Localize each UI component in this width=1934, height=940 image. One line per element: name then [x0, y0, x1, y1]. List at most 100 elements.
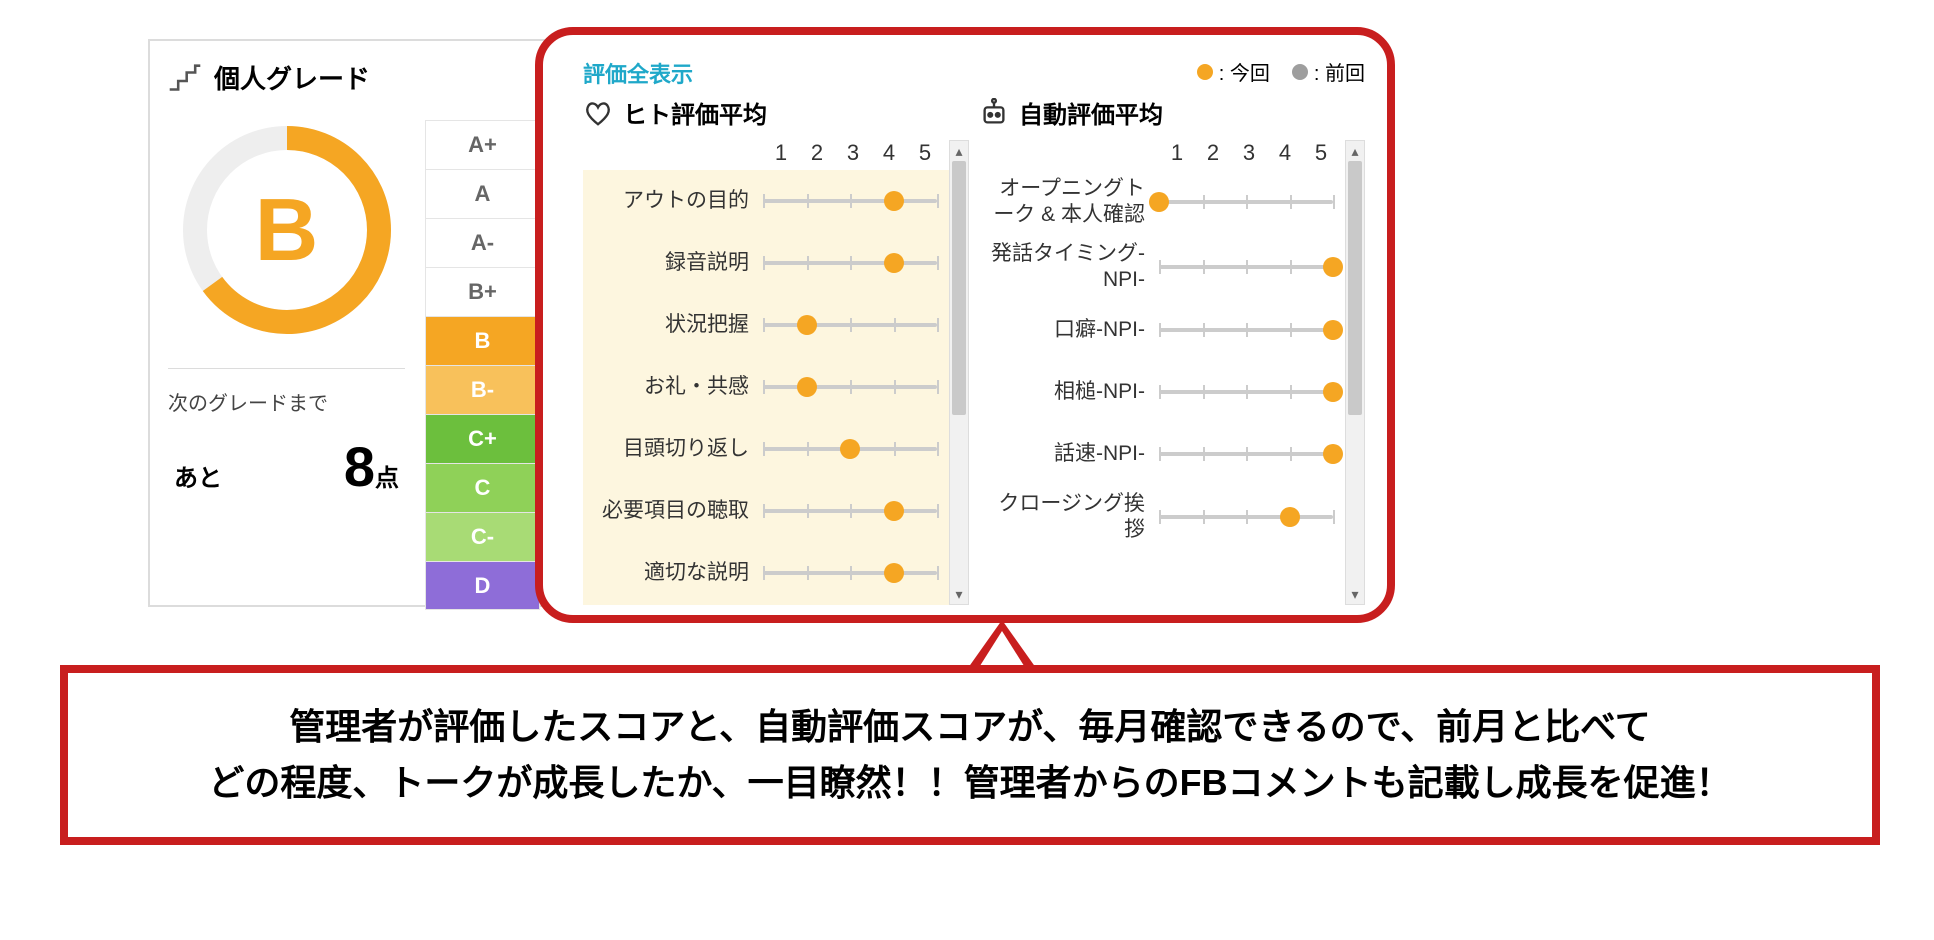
grade-next-points-num: 8	[344, 435, 375, 498]
auto-eval-inner: 12345 オープニングトーク & 本人確認発話タイミング-NPI- 口癖-NPI…	[979, 140, 1345, 605]
legend-now-label: : 今回	[1219, 57, 1270, 86]
auto-eval-header: 自動評価平均	[979, 95, 1365, 130]
grade-ladder-row: A-	[425, 218, 540, 267]
dot-icon	[1197, 64, 1213, 80]
grade-card-header: 個人グレード	[168, 59, 540, 96]
grade-ladder-row: C+	[425, 414, 540, 463]
metric-label: オープニングトーク & 本人確認	[979, 176, 1159, 229]
metric-label: 口癖-NPI-	[979, 317, 1159, 343]
human-eval-title: ヒト評価平均	[623, 95, 767, 130]
human-eval-scroll: 12345 アウトの目的録音説明状況把握お礼・共感目頭切り返し必要項目の聴取適切…	[583, 140, 969, 605]
metric-track	[1159, 265, 1333, 269]
metric-label: 目頭切り返し	[583, 436, 763, 462]
scale-tick-label: 1	[1159, 140, 1195, 166]
metric-row: 状況把握	[583, 294, 949, 356]
scale-tick-label: 3	[1231, 140, 1267, 166]
metric-value-dot-icon	[884, 253, 904, 273]
metric-value-dot-icon	[1323, 444, 1343, 464]
scale-tick-label: 1	[763, 140, 799, 166]
scroll-down-arrow-icon[interactable]: ▾	[955, 584, 962, 604]
metric-row: オープニングトーク & 本人確認	[979, 170, 1345, 235]
grade-ladder-row: B+	[425, 267, 540, 316]
metric-value-dot-icon	[884, 501, 904, 521]
grade-letter: B	[177, 120, 397, 340]
legend-prev: : 前回	[1292, 57, 1365, 86]
metric-label: 適切な説明	[583, 560, 763, 586]
scroll-up-arrow-icon[interactable]: ▴	[1351, 141, 1358, 161]
metric-value-dot-icon	[1323, 257, 1343, 277]
grade-next-word: あと	[174, 458, 222, 493]
stairs-icon	[168, 64, 202, 92]
heart-icon	[583, 98, 613, 128]
eval-top-row: 評価全表示 : 今回 : 前回	[583, 57, 1365, 89]
grade-ladder-row: B-	[425, 365, 540, 414]
metric-label: お礼・共感	[583, 374, 763, 400]
scroll-down-arrow-icon[interactable]: ▾	[1351, 584, 1358, 604]
scale-tick-label: 4	[1267, 140, 1303, 166]
grade-ladder-row: A	[425, 169, 540, 218]
grade-ladder-row: D	[425, 561, 540, 610]
metric-row: 口癖-NPI-	[979, 299, 1345, 361]
canvas: 個人グレード B 次のグレードまで あと 8点	[0, 0, 1934, 940]
metric-row: 必要項目の聴取	[583, 480, 949, 542]
grade-progress-ring: B	[177, 120, 397, 340]
grade-ladder-row: C-	[425, 512, 540, 561]
scale-tick-label: 5	[1303, 140, 1339, 166]
show-all-evaluations-link[interactable]: 評価全表示	[583, 57, 693, 89]
metric-track	[763, 199, 937, 203]
metric-label: 話速-NPI-	[979, 441, 1159, 467]
metric-track	[763, 385, 937, 389]
metric-row: 目頭切り返し	[583, 418, 949, 480]
metric-track	[763, 261, 937, 265]
metric-track	[763, 571, 937, 575]
evaluation-columns: ヒト評価平均 12345 アウトの目的録音説明状況把握お礼・共感目頭切り返し必要…	[583, 95, 1365, 605]
metric-row: アウトの目的	[583, 170, 949, 232]
metric-label: 必要項目の聴取	[583, 498, 763, 524]
dot-icon	[1292, 64, 1308, 80]
grade-ladder-row: C	[425, 463, 540, 512]
scroll-up-arrow-icon[interactable]: ▴	[955, 141, 962, 161]
legend: : 今回 : 前回	[1197, 57, 1365, 86]
human-eval-inner: 12345 アウトの目的録音説明状況把握お礼・共感目頭切り返し必要項目の聴取適切…	[583, 140, 949, 605]
grade-left-column: B 次のグレードまで あと 8点	[168, 120, 405, 610]
metric-track	[1159, 515, 1333, 519]
grade-next-block: 次のグレードまで あと 8点	[168, 368, 405, 499]
auto-eval-column: 自動評価平均 12345 オープニングトーク & 本人確認発話タイミング-NPI…	[979, 95, 1365, 605]
evaluation-panel: 評価全表示 : 今回 : 前回	[535, 27, 1395, 623]
scale-tick-label: 2	[799, 140, 835, 166]
metric-track	[1159, 452, 1333, 456]
metric-label: クロージング挨拶	[979, 491, 1159, 544]
scale-tick-label: 4	[871, 140, 907, 166]
metric-value-dot-icon	[884, 191, 904, 211]
human-metric-list: アウトの目的録音説明状況把握お礼・共感目頭切り返し必要項目の聴取適切な説明	[583, 170, 949, 605]
grade-ladder-row: A+	[425, 120, 540, 169]
metric-track	[763, 323, 937, 327]
callout-pointer-icon	[968, 620, 1036, 668]
metric-value-dot-icon	[797, 315, 817, 335]
human-scale-row: 12345	[583, 140, 949, 166]
grade-ladder: A+AA-B+BB-C+CC-D	[425, 120, 540, 610]
vertical-scrollbar[interactable]: ▴ ▾	[949, 140, 969, 605]
grade-next-points-unit: 点	[375, 465, 399, 492]
scale-tick-label: 2	[1195, 140, 1231, 166]
metric-label: 発話タイミング-NPI-	[979, 241, 1159, 294]
metric-row: お礼・共感	[583, 356, 949, 418]
metric-label: 録音説明	[583, 250, 763, 276]
metric-label: 相槌-NPI-	[979, 379, 1159, 405]
metric-value-dot-icon	[1323, 320, 1343, 340]
metric-row: 話速-NPI-	[979, 423, 1345, 485]
grade-next-label: 次のグレードまで	[168, 387, 405, 416]
human-eval-header: ヒト評価平均	[583, 95, 969, 130]
vertical-scrollbar[interactable]: ▴ ▾	[1345, 140, 1365, 605]
grade-card-title: 個人グレード	[214, 59, 370, 96]
scale-tick-label: 5	[907, 140, 943, 166]
legend-now: : 今回	[1197, 57, 1270, 86]
grade-card-body: B 次のグレードまで あと 8点 A+AA-B+ B B-C+CC-D	[168, 120, 540, 610]
metric-row: 適切な説明	[583, 542, 949, 604]
scale-tick-label: 3	[835, 140, 871, 166]
metric-track	[1159, 200, 1333, 204]
metric-track	[763, 447, 937, 451]
metric-track	[1159, 328, 1333, 332]
metric-value-dot-icon	[797, 377, 817, 397]
metric-row: 発話タイミング-NPI-	[979, 235, 1345, 300]
